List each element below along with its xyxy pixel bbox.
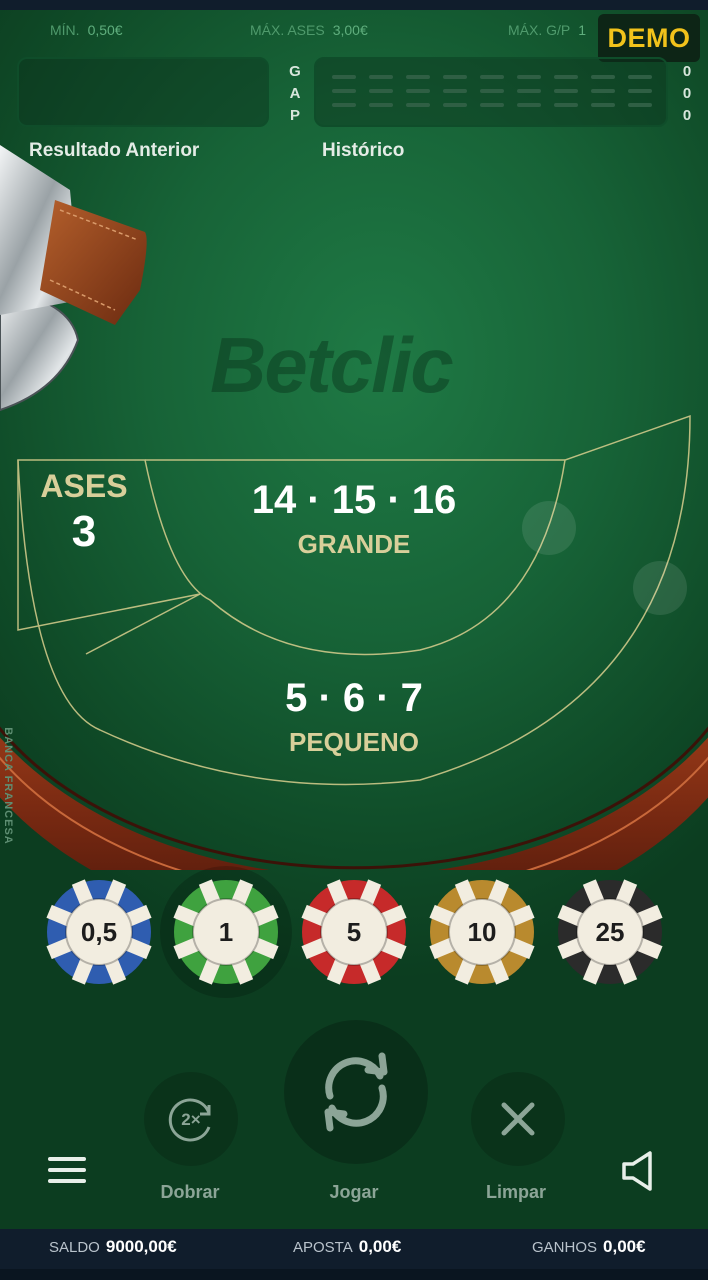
- gap-count-p: 0: [682, 107, 692, 124]
- play-button[interactable]: [284, 1020, 428, 1164]
- double-button[interactable]: 2×: [144, 1072, 238, 1166]
- chip-value: 25: [595, 916, 625, 947]
- close-icon: [501, 1102, 535, 1136]
- grande-title: GRANDE: [297, 529, 411, 559]
- history-slot: [332, 89, 356, 93]
- gap-letter-a: A: [289, 85, 301, 102]
- history-slot: [628, 103, 652, 107]
- history-slot: [628, 75, 652, 79]
- bet-area-ases[interactable]: ASES 3: [20, 468, 148, 557]
- history-label: Histórico: [322, 140, 405, 161]
- history-slot: [480, 75, 504, 79]
- previous-result-panel: [17, 57, 269, 127]
- history-slot: [443, 103, 467, 107]
- chip-5[interactable]: 25: [555, 877, 665, 987]
- winnings: GANHOS 0,00€: [532, 1237, 646, 1257]
- bet-total: APOSTA 0,00€: [293, 1237, 401, 1257]
- balance-value: 9000,00€: [105, 1237, 177, 1256]
- banca-francesa-label: BANCA FRANCESA: [2, 727, 14, 845]
- pequeno-title: PEQUENO: [288, 727, 420, 757]
- balance: SALDO 9000,00€: [49, 1237, 177, 1257]
- history-slot: [480, 89, 504, 93]
- bet-value: 0,00€: [358, 1237, 402, 1256]
- history-slot: [480, 103, 504, 107]
- history-slot: [332, 75, 356, 79]
- dice-shaker-image: [0, 145, 147, 412]
- demo-badge: DEMO: [598, 14, 700, 62]
- history-slot: [332, 103, 356, 107]
- history-slot: [406, 75, 430, 79]
- history-slot: [517, 75, 541, 79]
- ases-title: ASES: [40, 468, 128, 504]
- game-screen: MÍN. 0,50€ MÁX. ASES 3,00€ MÁX. G/P 1 DEMO …: [0, 0, 708, 1280]
- chip-value: 1: [218, 916, 234, 947]
- chip-1[interactable]: 0,5: [44, 877, 154, 987]
- min-limit-value: 0,50€: [87, 22, 123, 38]
- min-limit: MÍN. 0,50€: [50, 22, 123, 38]
- gap-letters: G A P: [288, 61, 302, 127]
- chip-placeholder[interactable]: [522, 501, 576, 555]
- chip-4[interactable]: 10: [427, 877, 537, 987]
- balance-label: SALDO: [49, 1239, 100, 1256]
- history-slot: [554, 89, 578, 93]
- chip-2[interactable]: 1: [171, 877, 281, 987]
- gap-counts: 0 0 0: [680, 61, 694, 127]
- history-slot: [369, 89, 393, 93]
- history-slot: [369, 103, 393, 107]
- chip-value: 10: [467, 916, 497, 947]
- max-gp-label: MÁX. G/P: [508, 22, 571, 38]
- speaker-icon[interactable]: [620, 1150, 658, 1192]
- winnings-value: 0,00€: [603, 1237, 646, 1256]
- max-ases-label: MÁX. ASES: [250, 22, 325, 38]
- history-slot: [406, 89, 430, 93]
- grande-numbers: 14 · 15 · 16: [251, 478, 457, 522]
- history-slot: [554, 75, 578, 79]
- chip-value: 5: [346, 916, 362, 947]
- history-slot: [517, 89, 541, 93]
- ases-number: 3: [71, 507, 97, 556]
- bet-area-pequeno[interactable]: 5 · 6 · 7 PEQUENO: [214, 676, 494, 758]
- bet-label: APOSTA: [293, 1239, 353, 1256]
- history-slot: [554, 103, 578, 107]
- hamburger-icon[interactable]: [48, 1157, 86, 1187]
- max-ases-limit: MÁX. ASES 3,00€: [250, 22, 368, 38]
- max-gp-limit: MÁX. G/P 1: [508, 22, 586, 38]
- gap-letter-p: P: [289, 107, 300, 124]
- winnings-label: GANHOS: [532, 1239, 598, 1256]
- history-slot: [591, 89, 615, 93]
- bet-area-grande[interactable]: 14 · 15 · 16 GRANDE: [214, 478, 494, 560]
- clear-label: Limpar: [485, 1182, 546, 1202]
- history-slot: [591, 103, 615, 107]
- bottom-strip: [0, 1269, 708, 1280]
- double-2x-icon: 2×: [168, 1098, 211, 1142]
- history-slot: [591, 75, 615, 79]
- history-slot: [406, 103, 430, 107]
- top-status-strip: [0, 0, 708, 10]
- double-label: Dobrar: [160, 1182, 220, 1202]
- history-slot: [517, 103, 541, 107]
- chip-value: 0,5: [80, 916, 118, 947]
- chip-placeholder[interactable]: [633, 561, 687, 615]
- betclic-watermark: Betclic: [210, 321, 454, 409]
- history-slot: [628, 89, 652, 93]
- history-panel: [314, 57, 668, 127]
- refresh-icon: [324, 1052, 388, 1132]
- chip-3[interactable]: 5: [299, 877, 409, 987]
- history-slot: [443, 89, 467, 93]
- gap-letter-g: G: [289, 63, 301, 80]
- play-label: Jogar: [329, 1182, 379, 1202]
- max-ases-value: 3,00€: [332, 22, 368, 38]
- clear-button[interactable]: [471, 1072, 565, 1166]
- max-gp-value: 1: [578, 22, 587, 38]
- history-slot: [369, 75, 393, 79]
- pequeno-numbers: 5 · 6 · 7: [285, 676, 423, 720]
- gap-count-a: 0: [682, 85, 692, 102]
- min-limit-label: MÍN.: [50, 22, 80, 38]
- history-slot: [443, 75, 467, 79]
- svg-text:2×: 2×: [181, 1110, 200, 1129]
- gap-count-g: 0: [682, 63, 692, 80]
